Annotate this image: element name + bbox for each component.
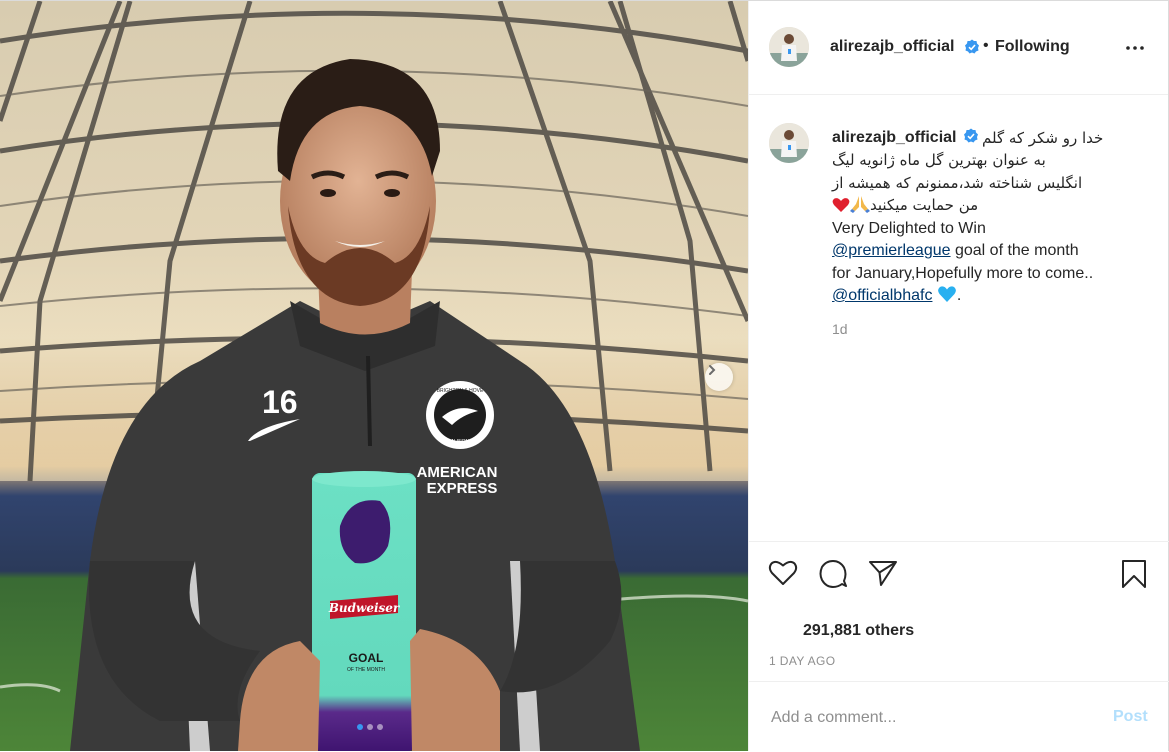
caption-line: خدا رو شکر که گلم — [982, 129, 1104, 147]
verified-badge-icon — [965, 39, 979, 54]
caption-line-with-emoji: من حمایت میکنید — [832, 194, 1142, 218]
caption-line: به عنوان بهترین گل ماه ژانویه لیگ — [832, 151, 1046, 169]
caption-text: alirezajb_official خدا رو شکر که گلم به … — [832, 127, 1142, 308]
caption-line: انگلیس شناخته شد،ممنونم که همیشه از — [832, 173, 1083, 192]
carousel-dot — [367, 724, 373, 730]
likes-count[interactable]: 291,881 others — [803, 622, 914, 640]
caption-username[interactable]: alirezajb_official — [832, 127, 957, 150]
comment-icon[interactable] — [818, 559, 848, 589]
club-badge-icon: BRIGHTON & HOVE ALBION — [426, 381, 494, 449]
verified-badge-icon — [964, 128, 978, 143]
header-username[interactable]: alirezajb_official — [830, 38, 955, 56]
paper-plane-icon[interactable] — [868, 559, 898, 587]
svg-text:Budweiser: Budweiser — [328, 601, 401, 615]
svg-text:OF THE MONTH: OF THE MONTH — [347, 667, 385, 673]
comment-form: Post — [749, 681, 1169, 752]
post-media[interactable]: 16 BRIGHTON & HOVE ALBION AMERICAN EXPRE… — [0, 1, 748, 751]
caption-line: Very Delighted to Win — [832, 219, 986, 237]
heart-icon[interactable] — [768, 559, 798, 587]
post-side-panel: alirezajb_official • Following alirezajb… — [748, 1, 1169, 751]
separator-dot: • — [983, 37, 989, 54]
next-slide-button[interactable] — [705, 363, 733, 391]
caption-timestamp[interactable]: 1d — [832, 321, 848, 337]
svg-text:GOAL: GOAL — [349, 651, 384, 665]
post-header: alirezajb_official • Following — [749, 1, 1168, 95]
svg-text:BRIGHTON & HOVE: BRIGHTON & HOVE — [437, 388, 484, 394]
carousel-indicator — [357, 724, 383, 730]
svg-text:ALBION: ALBION — [451, 439, 470, 445]
more-dots-icon[interactable] — [1125, 38, 1145, 58]
chevron-right-icon — [709, 365, 716, 375]
post-photo: 16 BRIGHTON & HOVE ALBION AMERICAN EXPRE… — [0, 1, 748, 751]
following-button[interactable]: Following — [995, 38, 1070, 56]
avatar[interactable] — [769, 123, 809, 163]
sponsor-line-2: EXPRESS — [427, 480, 498, 497]
bookmark-icon[interactable] — [1120, 559, 1148, 589]
caption-line: for January,Hopefully more to come.. — [832, 264, 1094, 282]
post-comment-button[interactable]: Post — [1113, 708, 1148, 726]
comment-input[interactable] — [769, 706, 1093, 730]
praying-hands-emoji-icon — [850, 196, 870, 213]
caption-line: @officialbhafc . — [832, 286, 962, 304]
mention-link[interactable]: @premierleague — [832, 242, 951, 259]
post-date[interactable]: 1 DAY AGO — [769, 654, 836, 668]
sponsor-line-1: AMERICAN — [417, 464, 498, 481]
avatar[interactable] — [769, 27, 809, 67]
red-heart-emoji-icon — [832, 198, 850, 212]
profile-picture — [769, 123, 809, 163]
blue-heart-emoji-icon — [938, 286, 956, 302]
profile-picture — [769, 27, 809, 67]
caption-line: @premierleague goal of the month — [832, 242, 1079, 259]
carousel-dot — [377, 724, 383, 730]
caption-section: alirezajb_official خدا رو شکر که گلم به … — [749, 95, 1168, 541]
shirt-number: 16 — [262, 384, 298, 420]
carousel-dot — [357, 724, 363, 730]
mention-link[interactable]: @officialbhafc — [832, 287, 932, 304]
post-modal: 16 BRIGHTON & HOVE ALBION AMERICAN EXPRE… — [0, 0, 1169, 751]
action-bar — [749, 541, 1169, 602]
trophy: Budweiser GOAL OF THE MONTH — [312, 471, 416, 751]
